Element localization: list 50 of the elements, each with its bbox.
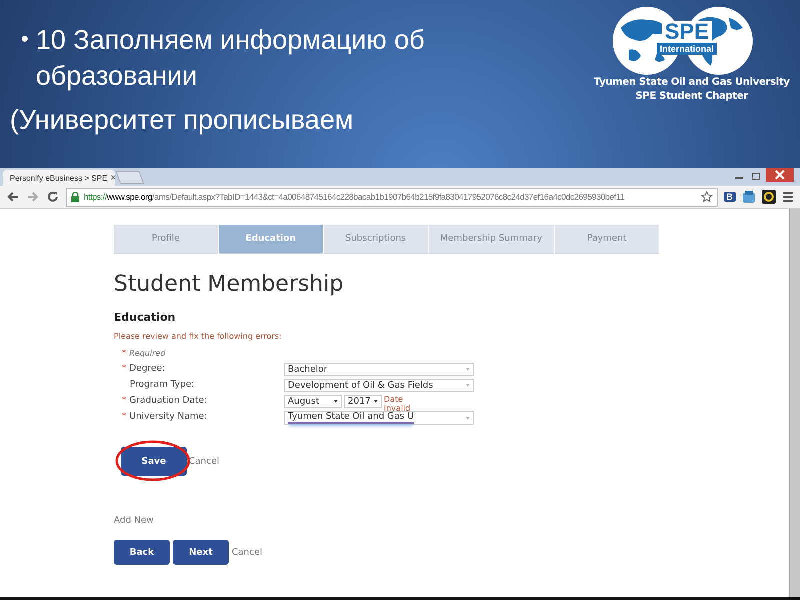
select-field[interactable]: Bachelor — [284, 363, 474, 376]
select-field[interactable]: Development of Oil & Gas Fields — [284, 379, 474, 392]
browser-tab[interactable]: Personify eBusiness > SPE × — [3, 170, 115, 186]
caret-icon — [466, 384, 470, 389]
address-bar[interactable]: https://www.spe.org/ams/Default.aspx?TabID=1443&ct=4a00648745164c228bacab1b1907b64b215f9fa830417952076c8c24d37ef16a4c0dc2695930bef11 — [66, 188, 718, 206]
restore-icon[interactable] — [749, 170, 763, 182]
required-marker: * — [122, 349, 126, 359]
field-error: Date Invalid — [384, 395, 411, 413]
extension-icon[interactable] — [742, 190, 756, 204]
reload-icon[interactable] — [46, 191, 60, 203]
next-button[interactable]: Next — [173, 540, 229, 565]
logo-caption: Tyumen State Oil and Gas University — [594, 76, 790, 90]
extension-button[interactable]: B — [724, 192, 736, 202]
section-heading: Education — [114, 311, 177, 324]
extension-icon[interactable] — [762, 190, 776, 204]
cancel-link[interactable]: Cancel — [189, 456, 220, 466]
field-label: Degree: — [130, 363, 166, 376]
menu-icon[interactable] — [782, 191, 794, 203]
month-select[interactable]: August — [284, 395, 342, 408]
combo-field[interactable]: Tyumen State Oil and Gas U — [284, 411, 474, 425]
slide-note: (Университет прописываем — [10, 104, 355, 137]
year-select[interactable]: 2017 — [344, 395, 382, 408]
back-arrow-icon[interactable] — [6, 191, 20, 203]
caret-icon — [466, 416, 470, 422]
field-label: Program Type: — [130, 379, 195, 392]
logo-subtitle: International — [657, 43, 718, 55]
lock-icon — [71, 192, 80, 202]
required-marker: * — [122, 411, 126, 424]
required-marker: * — [122, 395, 126, 408]
caret-icon — [466, 368, 470, 373]
page-title: Student Membership — [114, 271, 345, 299]
scrollbar[interactable] — [789, 209, 800, 597]
error-message: Please review and fix the following errors: — [114, 332, 283, 341]
caret-icon — [374, 400, 378, 405]
field-label: Graduation Date: — [130, 395, 208, 408]
logo-mark: SPE — [662, 21, 712, 43]
required-marker: * — [122, 363, 126, 376]
bullet-icon — [22, 36, 28, 42]
cancel-link[interactable]: Cancel — [232, 548, 262, 558]
logo-caption: SPE Student Chapter — [636, 90, 748, 104]
close-tab-button[interactable]: × — [110, 172, 116, 184]
slide-bullet: 10 Заполняем информацию об образовании — [36, 24, 426, 93]
close-icon[interactable] — [766, 168, 794, 182]
field-label: University Name: — [130, 411, 208, 424]
add-new-link[interactable]: Add New — [114, 516, 789, 526]
caret-icon — [334, 400, 338, 405]
required-note: Required — [130, 349, 166, 359]
save-button[interactable]: Save — [121, 447, 187, 476]
star-icon[interactable] — [700, 191, 712, 203]
back-button[interactable]: Back — [114, 540, 170, 565]
